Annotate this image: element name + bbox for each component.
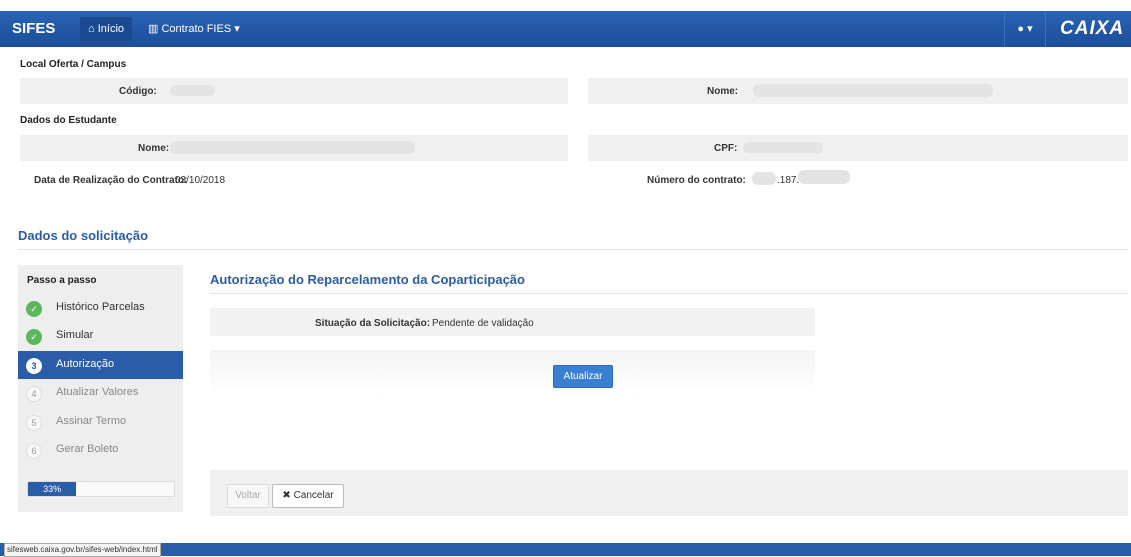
- list-icon: ▥: [148, 23, 159, 35]
- nav-contrato-menu[interactable]: ▥ Contrato FIES ▾: [140, 17, 248, 41]
- local-oferta-heading: Local Oferta / Campus: [20, 59, 127, 70]
- cpf-field: CPF:: [588, 135, 1128, 161]
- step-atualizar-valores[interactable]: 4 Atualizar Valores: [18, 379, 183, 407]
- user-icon: ●: [1017, 23, 1025, 35]
- cancelar-label: Cancelar: [293, 490, 334, 501]
- step-historico-parcelas[interactable]: ✓ Histórico Parcelas: [18, 294, 183, 322]
- step-assinar-termo[interactable]: 5 Assinar Termo: [18, 408, 183, 436]
- main-divider: [210, 293, 1128, 294]
- step-number-badge: 6: [26, 443, 42, 459]
- solicitacao-title: Dados do solicitação: [18, 228, 149, 243]
- step-simular[interactable]: ✓ Simular: [18, 322, 183, 350]
- user-menu-caret: ▾: [1027, 23, 1033, 35]
- check-icon: ✓: [26, 301, 42, 317]
- numero-contrato-prefix-redacted: [752, 172, 776, 185]
- campus-nome-label: Nome:: [707, 86, 739, 97]
- wizard-progress-bar: 33%: [27, 481, 175, 497]
- check-icon: ✓: [26, 329, 42, 345]
- step-number-badge: 4: [26, 386, 42, 402]
- section-divider: [18, 249, 1128, 250]
- campus-nome-field: Nome:: [588, 78, 1128, 104]
- close-icon: ✖: [282, 490, 291, 501]
- browser-status-url: sifesweb.caixa.gov.br/sifes-web/index.ht…: [4, 543, 161, 557]
- cancelar-button[interactable]: ✖ Cancelar: [272, 484, 344, 508]
- atualizar-button[interactable]: Atualizar: [553, 365, 613, 388]
- caixa-logo: CAIXA: [1060, 18, 1125, 39]
- step-number-badge: 3: [26, 358, 42, 374]
- page-footer-bar: sifesweb.caixa.gov.br/sifes-web/index.ht…: [0, 543, 1131, 557]
- step-label: Histórico Parcelas: [56, 301, 145, 313]
- main-panel-title: Autorização do Reparcelamento da Coparti…: [210, 272, 525, 287]
- step-label: Gerar Boleto: [56, 443, 119, 455]
- step-gerar-boleto[interactable]: 6 Gerar Boleto: [18, 436, 183, 464]
- step-number-badge: 5: [26, 415, 42, 431]
- codigo-field: Código:: [20, 78, 568, 104]
- estudante-nome-label: Nome:: [138, 143, 170, 154]
- numero-contrato-label: Número do contrato:: [647, 175, 746, 186]
- situacao-label: Situação da Solicitação:: [315, 318, 431, 329]
- progress-fill: 33%: [28, 482, 77, 496]
- voltar-button[interactable]: Voltar: [227, 484, 269, 508]
- codigo-label: Código:: [119, 86, 157, 97]
- step-autorizacao[interactable]: 3 Autorização: [18, 351, 183, 379]
- numero-contrato-value: .187.: [777, 175, 800, 186]
- step-label: Assinar Termo: [56, 415, 127, 427]
- codigo-value-redacted: [170, 85, 215, 96]
- cpf-value-redacted: [743, 142, 823, 153]
- sidebar-title: Passo a passo: [27, 275, 97, 286]
- form-footer: Voltar ✖ Cancelar: [210, 470, 1128, 516]
- estudante-heading: Dados do Estudante: [20, 115, 117, 126]
- top-navbar: SIFES ⌂ Início ▥ Contrato FIES ▾ ● ▾ CAI…: [0, 11, 1131, 47]
- nav-home-button[interactable]: ⌂ Início: [80, 17, 133, 41]
- action-box: Atualizar: [210, 350, 815, 397]
- brand-name[interactable]: SIFES: [12, 11, 55, 47]
- data-contrato-value: 03/10/2018: [175, 175, 226, 186]
- cpf-label: CPF:: [714, 143, 738, 154]
- numero-contrato-suffix-redacted: [798, 170, 850, 184]
- estudante-nome-field: Nome:: [20, 135, 568, 161]
- home-icon: ⌂: [88, 23, 95, 35]
- step-label: Autorização: [56, 358, 115, 370]
- situacao-value: Pendente de validação: [432, 318, 534, 329]
- nav-home-label: Início: [97, 23, 125, 35]
- data-contrato-label: Data de Realização do Contrato:: [34, 175, 188, 186]
- step-label: Simular: [56, 329, 94, 341]
- campus-nome-value-redacted: [753, 84, 993, 97]
- user-menu[interactable]: ● ▾: [1004, 11, 1046, 47]
- estudante-nome-value-redacted: [170, 141, 415, 154]
- step-label: Atualizar Valores: [56, 386, 139, 398]
- nav-contrato-label: Contrato FIES ▾: [161, 23, 240, 35]
- situacao-box: Situação da Solicitação: Pendente de val…: [210, 308, 815, 336]
- wizard-sidebar: Passo a passo ✓ Histórico Parcelas ✓ Sim…: [18, 265, 183, 512]
